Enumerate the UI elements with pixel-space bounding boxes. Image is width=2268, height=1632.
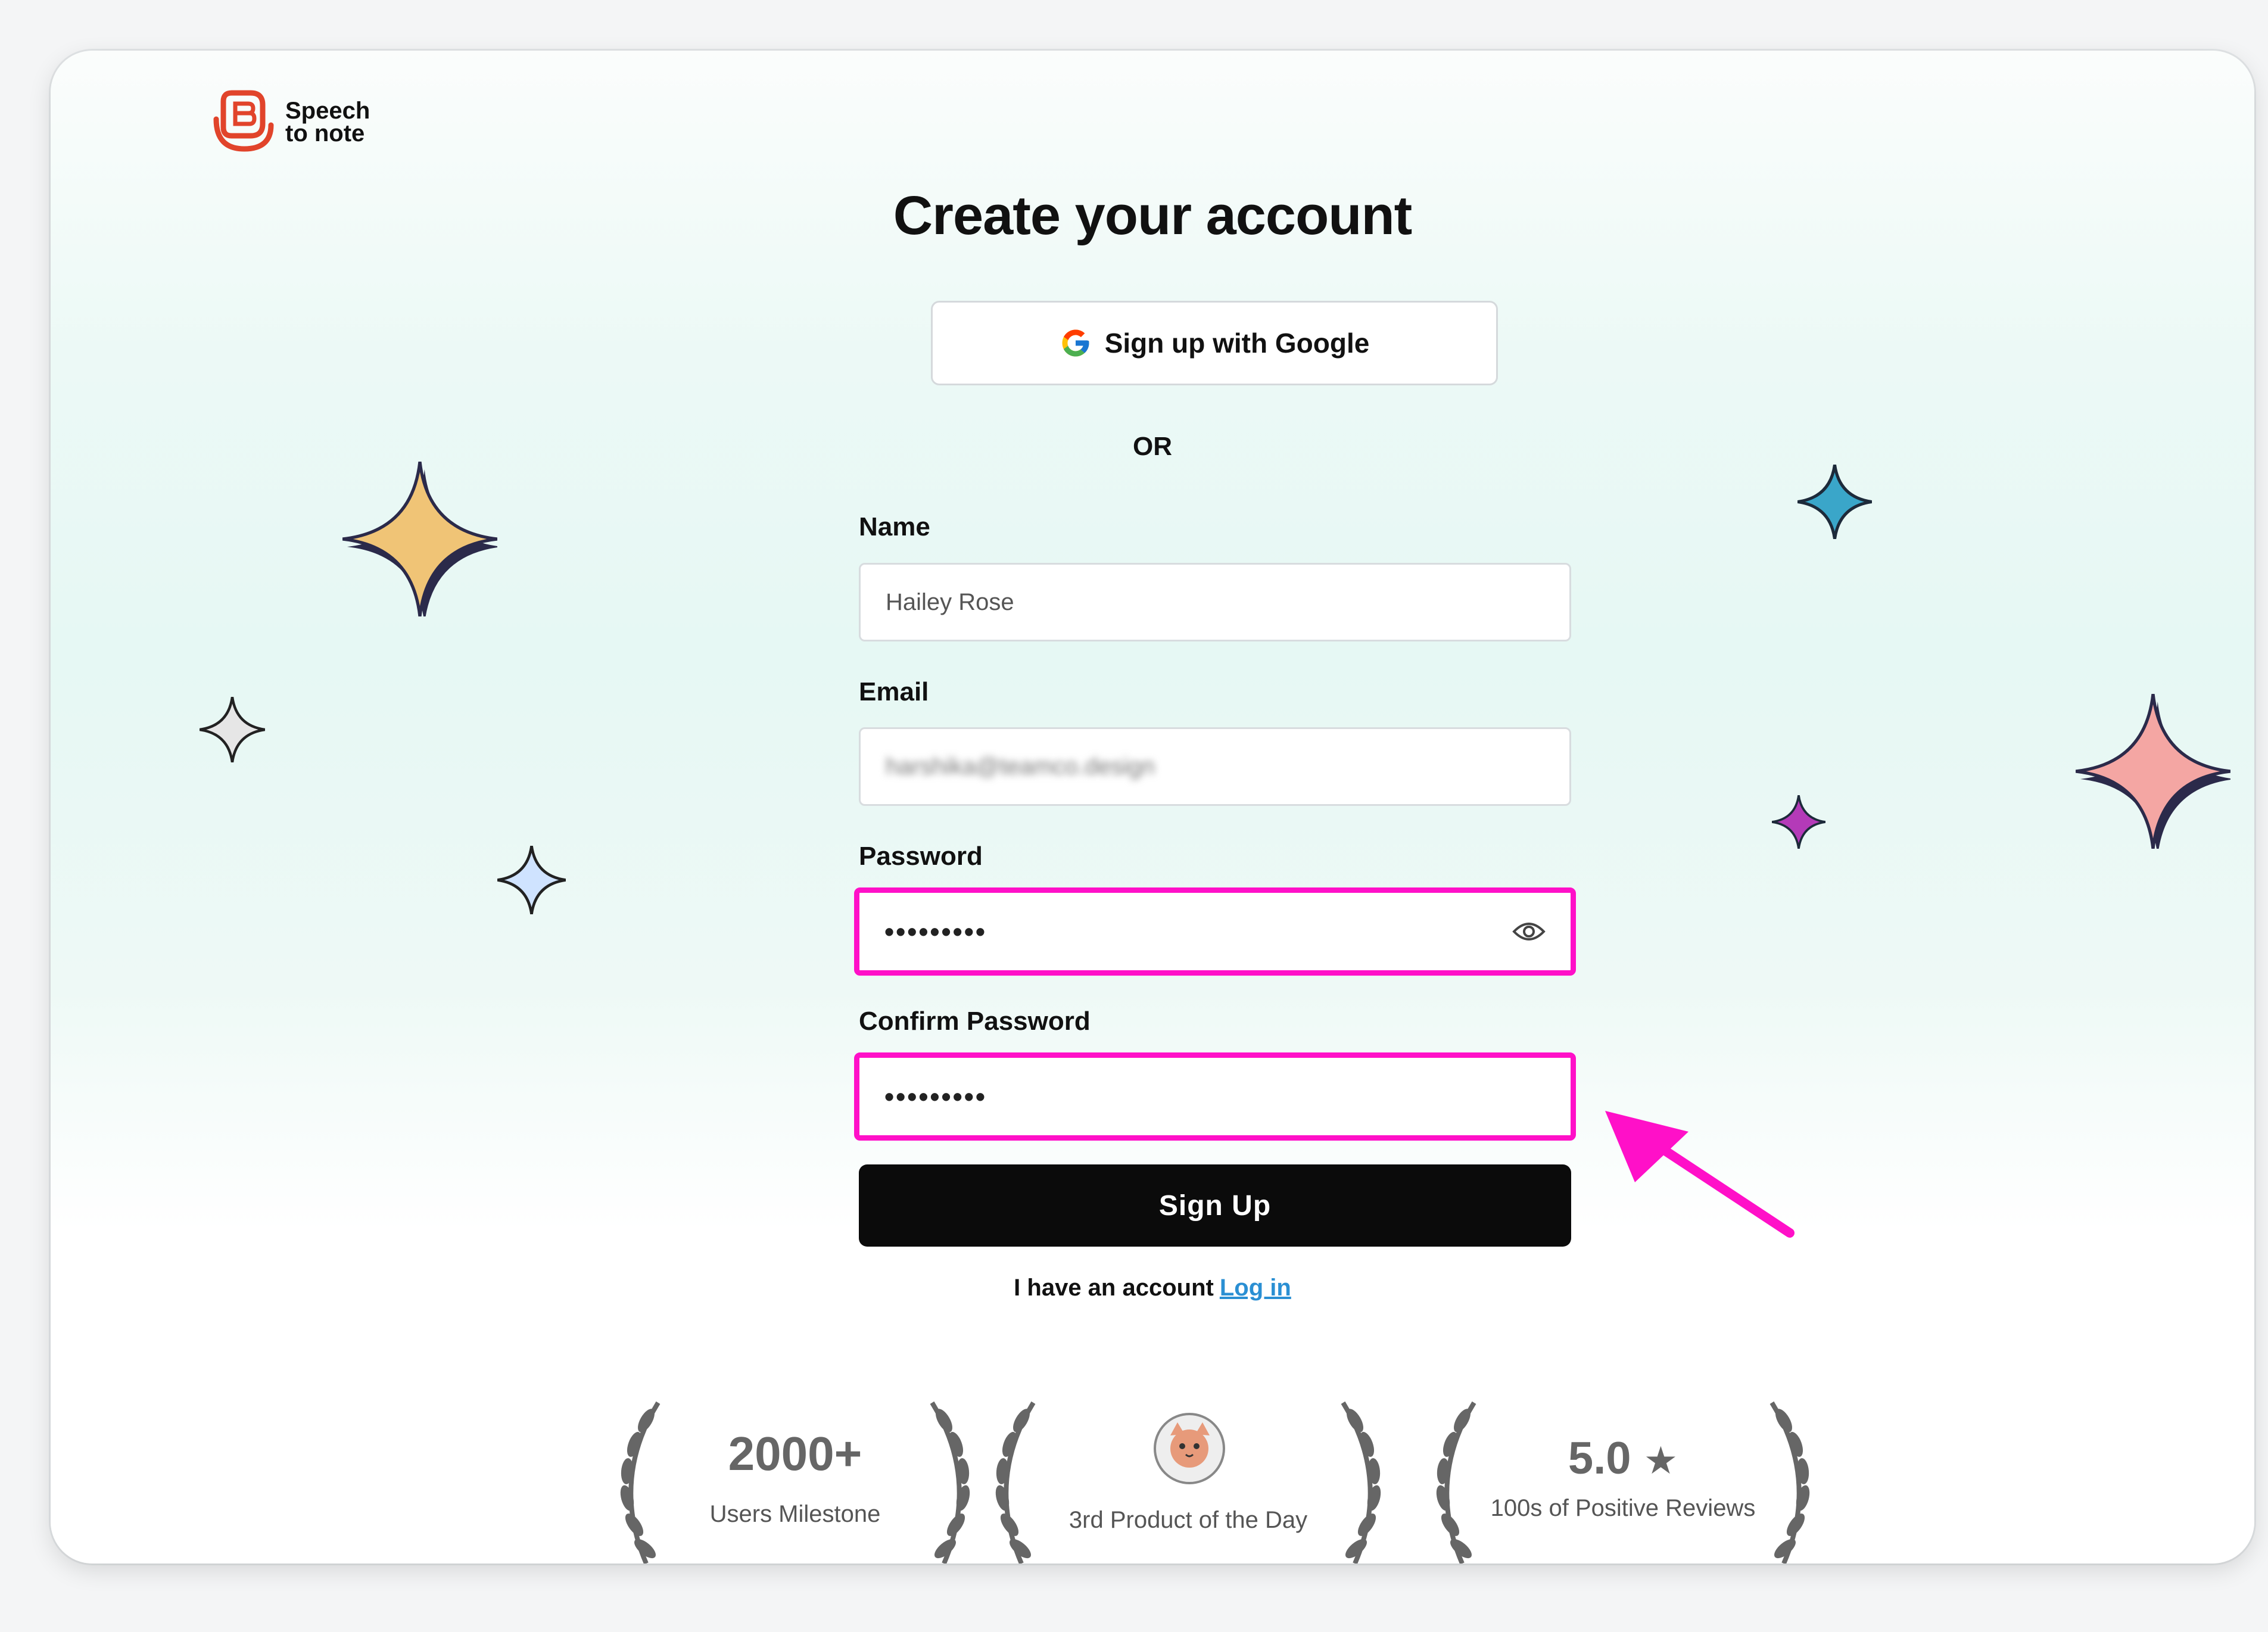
have-account-label: I have an account: [1014, 1275, 1214, 1301]
email-input[interactable]: harshika@teamco.design: [859, 727, 1571, 806]
password-input[interactable]: •••••••••: [854, 887, 1576, 976]
logo-text: Speech to note: [285, 99, 370, 145]
product-of-day-badge: 3rd Product of the Day: [980, 1397, 1397, 1564]
reviews-label: 100s of Positive Reviews: [1490, 1495, 1756, 1521]
speech-to-note-logo-icon: [213, 90, 274, 152]
yellow-star-icon: [342, 462, 497, 616]
users-label: Users Milestone: [709, 1501, 881, 1527]
logo-line-2: to note: [285, 120, 365, 147]
confirm-password-input-value: •••••••••: [884, 1081, 987, 1112]
pink-star-icon: [2076, 694, 2230, 849]
brand-logo[interactable]: Speech to note: [211, 89, 370, 155]
google-signup-button[interactable]: Sign up with Google: [931, 301, 1498, 385]
light-blue-star-icon: [497, 846, 566, 914]
laurel-right-icon: [1341, 1401, 1381, 1564]
rating-value: 5.0: [1568, 1433, 1631, 1484]
purple-star-icon: [1772, 795, 1825, 849]
google-signup-label: Sign up with Google: [1104, 328, 1370, 359]
rating-row: 5.0 ★: [1420, 1432, 1825, 1484]
name-input[interactable]: Hailey Rose: [859, 563, 1571, 641]
password-input-value: •••••••••: [884, 916, 987, 947]
signup-button[interactable]: Sign Up: [859, 1164, 1571, 1247]
name-input-value: Hailey Rose: [886, 588, 1014, 615]
login-link[interactable]: Log in: [1220, 1275, 1291, 1301]
page-title: Create your account: [893, 185, 1413, 246]
star-icon: ★: [1643, 1439, 1678, 1482]
or-divider: OR: [1133, 432, 1172, 461]
confirm-password-label: Confirm Password: [859, 1007, 1091, 1036]
logo-line-1: Speech: [285, 98, 370, 124]
users-milestone-badge: 2000+ Users Milestone: [605, 1397, 986, 1564]
google-g-icon: [1062, 329, 1089, 357]
annotation-arrow-icon: [1605, 1111, 1795, 1238]
laurel-left-icon: [995, 1401, 1036, 1564]
eye-icon[interactable]: [1512, 920, 1546, 943]
users-count: 2000+: [728, 1427, 862, 1480]
name-label: Name: [859, 512, 930, 541]
teal-star-icon: [1797, 465, 1872, 539]
reviews-badge: 5.0 ★ 100s of Positive Reviews: [1420, 1397, 1825, 1564]
email-input-value: harshika@teamco.design: [886, 753, 1155, 780]
product-of-day-label: 3rd Product of the Day: [1068, 1507, 1308, 1533]
app-window: Speech to note Create your account Sign …: [51, 51, 2254, 1564]
confirm-password-input[interactable]: •••••••••: [854, 1052, 1576, 1141]
gray-star-icon: [200, 697, 265, 762]
password-label: Password: [859, 842, 983, 871]
email-label: Email: [859, 677, 929, 706]
have-account-text: I have an account Log in: [51, 1275, 2254, 1301]
product-hunt-kitty-icon: [1154, 1413, 1225, 1484]
